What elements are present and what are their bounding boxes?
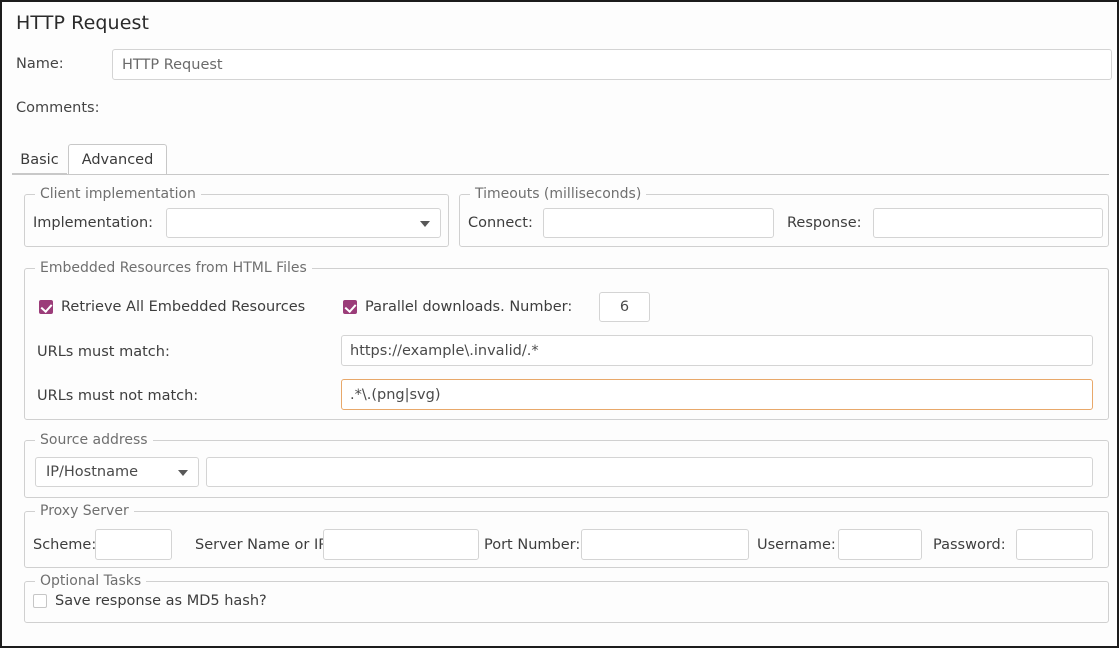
group-optional-tasks-legend: Optional Tasks xyxy=(35,573,147,589)
group-optional-tasks: Optional Tasks Save response as MD5 hash… xyxy=(24,573,1109,623)
proxy-scheme-input[interactable] xyxy=(95,529,172,560)
urls-must-match-input[interactable] xyxy=(341,335,1093,366)
chevron-down-icon xyxy=(178,470,188,476)
tab-strip: Basic Advanced xyxy=(12,144,1109,174)
group-source-address-legend: Source address xyxy=(35,432,153,448)
comments-input[interactable] xyxy=(112,93,1112,119)
source-address-type-select[interactable]: IP/Hostname xyxy=(35,457,199,487)
retrieve-all-embedded-checkbox[interactable]: Retrieve All Embedded Resources xyxy=(39,299,305,315)
tab-advanced[interactable]: Advanced xyxy=(68,144,167,174)
urls-must-not-match-label: URLs must not match: xyxy=(37,388,199,404)
parallel-downloads-checkbox[interactable]: Parallel downloads. Number: xyxy=(343,299,572,315)
source-address-type-value: IP/Hostname xyxy=(46,464,139,480)
proxy-port-label: Port Number: xyxy=(484,537,581,553)
group-timeouts: Timeouts (milliseconds) Connect: Respons… xyxy=(459,186,1109,247)
tab-basic-label: Basic xyxy=(20,152,59,168)
comments-label: Comments: xyxy=(16,100,100,116)
group-embedded-resources-legend: Embedded Resources from HTML Files xyxy=(35,260,312,276)
group-source-address: Source address IP/Hostname xyxy=(24,432,1109,498)
name-input[interactable] xyxy=(112,49,1112,80)
proxy-server-input[interactable] xyxy=(323,529,479,560)
proxy-username-input[interactable] xyxy=(838,529,922,560)
proxy-password-input[interactable] xyxy=(1016,529,1093,560)
group-proxy-server: Proxy Server Scheme: Server Name or IP: … xyxy=(24,503,1109,568)
save-response-md5-checkbox[interactable]: Save response as MD5 hash? xyxy=(33,593,267,609)
name-label: Name: xyxy=(16,56,64,72)
page-title: HTTP Request xyxy=(16,12,150,34)
proxy-server-label: Server Name or IP: xyxy=(195,537,332,553)
checkbox-unchecked-icon xyxy=(33,594,47,608)
urls-must-not-match-input[interactable] xyxy=(341,379,1093,410)
connect-label: Connect: xyxy=(468,215,533,231)
urls-must-match-label: URLs must match: xyxy=(37,344,170,360)
tab-advanced-label: Advanced xyxy=(81,151,154,168)
response-label: Response: xyxy=(787,215,862,231)
checkbox-checked-icon xyxy=(39,300,53,314)
checkbox-checked-icon xyxy=(343,300,357,314)
tab-underline xyxy=(12,174,1109,175)
group-client-implementation-legend: Client implementation xyxy=(35,186,201,202)
connect-timeout-input[interactable] xyxy=(543,208,774,238)
chevron-down-icon xyxy=(420,221,430,227)
parallel-downloads-number-input[interactable] xyxy=(599,292,650,322)
response-timeout-input[interactable] xyxy=(873,208,1103,238)
retrieve-all-embedded-label: Retrieve All Embedded Resources xyxy=(61,299,306,315)
source-address-input[interactable] xyxy=(206,457,1093,487)
group-client-implementation: Client implementation Implementation: xyxy=(24,186,449,247)
parallel-downloads-label: Parallel downloads. Number: xyxy=(365,299,573,315)
group-proxy-server-legend: Proxy Server xyxy=(35,503,134,519)
proxy-username-label: Username: xyxy=(757,537,836,553)
tab-basic[interactable]: Basic xyxy=(12,147,67,174)
name-row: Name: xyxy=(2,49,1117,83)
proxy-port-input[interactable] xyxy=(581,529,749,560)
proxy-scheme-label: Scheme: xyxy=(33,537,97,553)
group-timeouts-legend: Timeouts (milliseconds) xyxy=(470,186,647,202)
group-embedded-resources: Embedded Resources from HTML Files Retri… xyxy=(24,260,1109,420)
implementation-label: Implementation: xyxy=(33,215,154,231)
save-response-md5-label: Save response as MD5 hash? xyxy=(55,593,267,609)
implementation-select[interactable] xyxy=(166,208,441,238)
proxy-password-label: Password: xyxy=(933,537,1006,553)
http-request-dialog: HTTP Request Name: Comments: Basic Advan… xyxy=(0,0,1119,648)
